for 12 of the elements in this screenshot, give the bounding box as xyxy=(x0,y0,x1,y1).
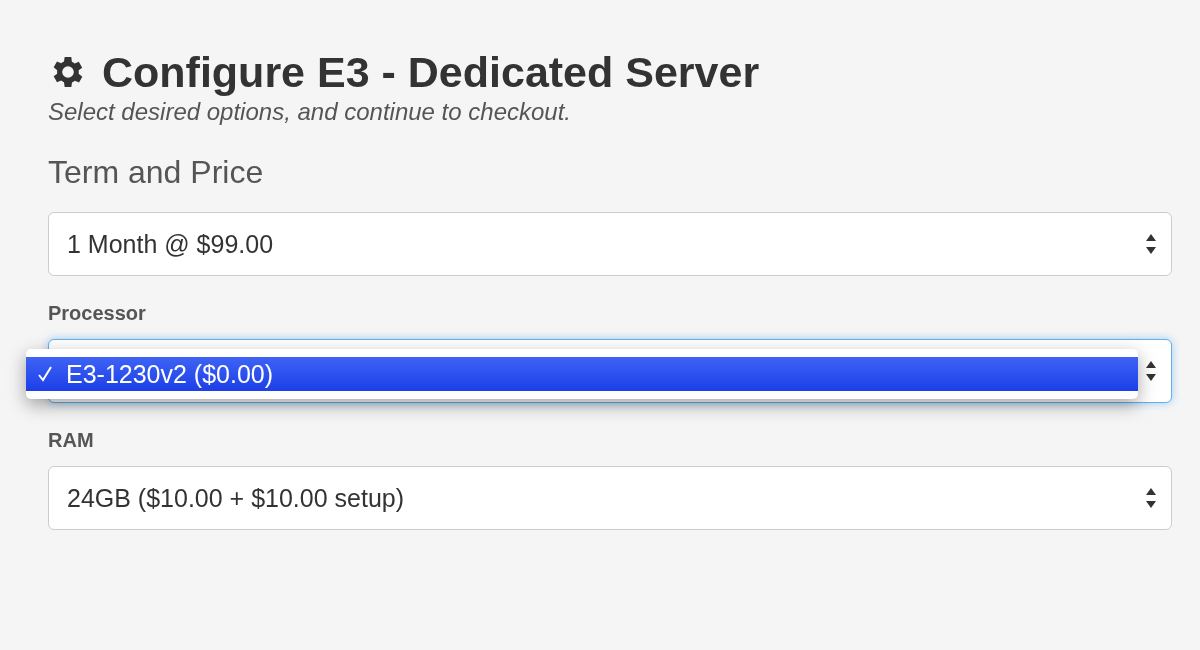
check-icon xyxy=(38,366,52,382)
field-label: RAM xyxy=(48,429,95,452)
select-field[interactable]: 1 Month @ $99.00 xyxy=(48,212,1172,276)
select-arrows-icon xyxy=(1145,232,1157,256)
select-arrows-icon xyxy=(1145,359,1157,383)
menu-option[interactable]: E3-1230v2 ($0.00) xyxy=(26,357,1138,391)
field-label: Processor xyxy=(48,302,147,325)
select-arrows-icon xyxy=(1145,486,1157,510)
select-field[interactable]: 24GB ($10.00 + $10.00 setup) xyxy=(48,466,1172,530)
section-heading: Term and Price xyxy=(48,154,265,190)
page-title: Configure E3 - Dedicated Server xyxy=(102,47,760,98)
page-subtitle: Select desired options, and continue to checkout. xyxy=(48,98,572,126)
